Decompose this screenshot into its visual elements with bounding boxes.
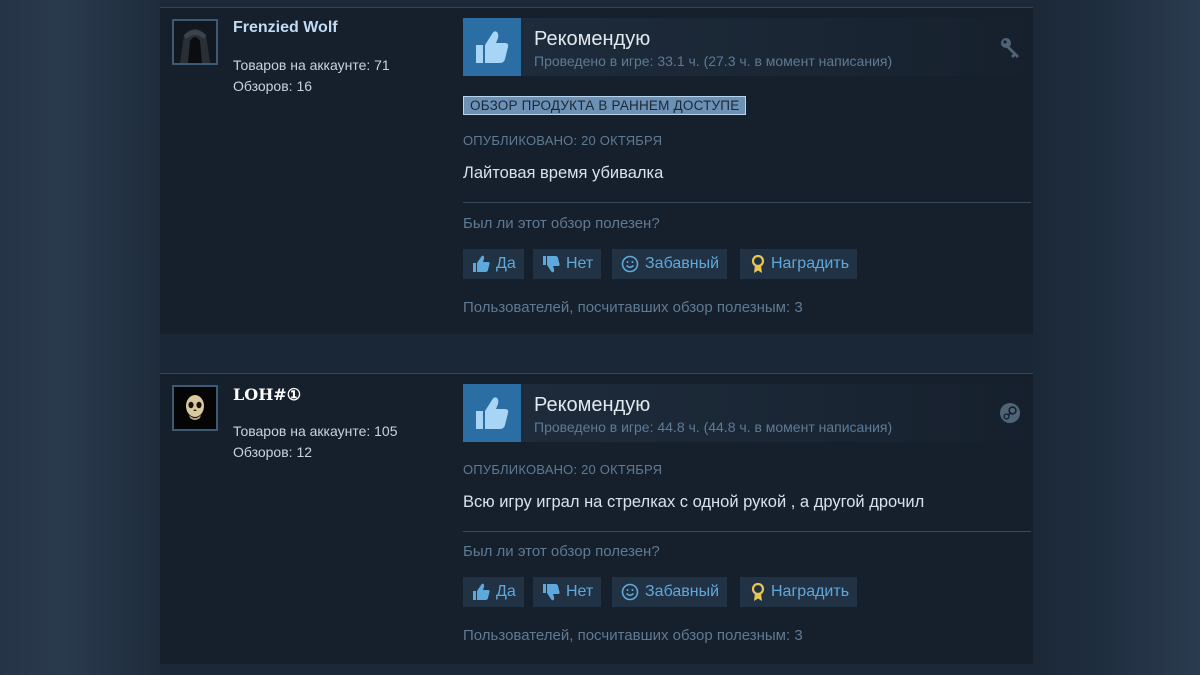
page-background-right	[1034, 0, 1200, 675]
smiley-icon	[619, 253, 641, 275]
vote-yes-label: Да	[496, 255, 516, 272]
award-button[interactable]: Наградить	[740, 249, 858, 279]
playtime: Проведено в игре: 44.8 ч. (44.8 ч. в мом…	[534, 419, 893, 435]
award-button[interactable]: Наградить	[740, 577, 858, 607]
steam-icon	[999, 402, 1021, 424]
vote-funny-label: Забавный	[645, 583, 720, 600]
key-icon	[999, 36, 1021, 58]
thumbs-up-icon	[470, 253, 492, 275]
thumbs-up-icon	[470, 581, 492, 603]
divider	[463, 202, 1031, 203]
review-card: LOH#① Товаров на аккаунте: 105 Обзоров: …	[160, 373, 1033, 664]
vote-no-button[interactable]: Нет	[533, 577, 602, 607]
avatar[interactable]	[172, 19, 218, 65]
vote-yes-button[interactable]: Да	[463, 249, 524, 279]
thumbs-down-icon	[540, 253, 562, 275]
helpful-question: Был ли этот обзор полезен?	[463, 543, 660, 560]
thumbs-down-icon	[540, 581, 562, 603]
vote-title: Рекомендую	[534, 394, 651, 416]
award-label: Наградить	[771, 583, 850, 600]
review-text: Лайтовая время убивалка	[463, 164, 664, 182]
vote-header[interactable]: Рекомендую Проведено в игре: 33.1 ч. (27…	[463, 18, 1033, 76]
early-access-badge: ОБЗОР ПРОДУКТА В РАННЕМ ДОСТУПЕ	[463, 96, 747, 115]
vote-funny-button[interactable]: Забавный	[612, 249, 728, 279]
review-card: Frenzied Wolf Товаров на аккаунте: 71 Об…	[160, 7, 1033, 334]
author-products-count[interactable]: Товаров на аккаунте: 71	[233, 57, 390, 73]
vote-funny-label: Забавный	[645, 255, 720, 272]
author-name[interactable]: LOH#①	[233, 385, 301, 404]
author-reviews-count[interactable]: Обзоров: 16	[233, 78, 312, 94]
award-icon	[747, 253, 769, 275]
vote-yes-label: Да	[496, 583, 516, 600]
helpful-count: Пользователей, посчитавших обзор полезны…	[463, 627, 803, 644]
divider	[463, 531, 1031, 532]
thumbs-up-icon	[463, 384, 521, 442]
thumbs-up-icon	[463, 18, 521, 76]
page-background-left	[0, 0, 160, 675]
vote-no-button[interactable]: Нет	[533, 249, 602, 279]
posted-date: ОПУБЛИКОВАНО: 20 ОКТЯБРЯ	[463, 462, 663, 477]
vote-yes-button[interactable]: Да	[463, 577, 524, 607]
helpful-question: Был ли этот обзор полезен?	[463, 215, 660, 232]
smiley-icon	[619, 581, 641, 603]
author-products-count[interactable]: Товаров на аккаунте: 105	[233, 423, 398, 439]
vote-no-label: Нет	[566, 583, 594, 600]
vote-header[interactable]: Рекомендую Проведено в игре: 44.8 ч. (44…	[463, 384, 1033, 442]
vote-funny-button[interactable]: Забавный	[612, 577, 728, 607]
avatar[interactable]	[172, 385, 218, 431]
vote-title: Рекомендую	[534, 28, 651, 50]
review-text: Всю игру играл на стрелках с одной рукой…	[463, 493, 925, 511]
author-name[interactable]: Frenzied Wolf	[233, 19, 338, 37]
award-label: Наградить	[771, 255, 850, 272]
posted-date: ОПУБЛИКОВАНО: 20 ОКТЯБРЯ	[463, 133, 663, 148]
playtime: Проведено в игре: 33.1 ч. (27.3 ч. в мом…	[534, 53, 893, 69]
vote-no-label: Нет	[566, 255, 594, 272]
author-reviews-count[interactable]: Обзоров: 12	[233, 444, 312, 460]
award-icon	[747, 581, 769, 603]
helpful-count: Пользователей, посчитавших обзор полезны…	[463, 299, 803, 316]
review-separator	[160, 334, 1033, 373]
